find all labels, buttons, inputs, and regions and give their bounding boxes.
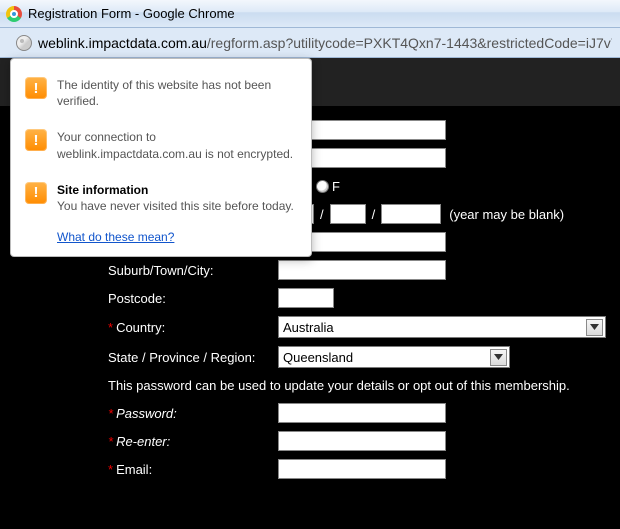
label-suburb: Suburb/Town/City:: [108, 263, 278, 278]
input-dob-month[interactable]: [330, 204, 366, 224]
address-bar[interactable]: weblink.impactdata.com.au/regform.asp?ut…: [0, 28, 620, 58]
warning-icon: !: [25, 129, 47, 151]
req-reenter: *: [108, 434, 113, 449]
form-row-email: *Email:: [0, 455, 620, 483]
gender-f-label: F: [332, 179, 340, 194]
form-row-suburb: Suburb/Town/City:: [0, 256, 620, 284]
select-country[interactable]: Australia: [278, 316, 606, 338]
input-password[interactable]: [278, 403, 446, 423]
label-state: State / Province / Region:: [108, 350, 278, 365]
security-text-connection: Your connection to weblink.impactdata.co…: [57, 129, 297, 161]
chrome-icon: [6, 6, 22, 22]
input-suburb[interactable]: [278, 260, 446, 280]
req-password: *: [108, 406, 113, 421]
dob-hint: (year may be blank): [449, 207, 564, 222]
label-reenter: *Re-enter:: [108, 434, 278, 449]
security-row-identity: ! The identity of this website has not b…: [11, 67, 311, 119]
radio-gender-f[interactable]: [316, 180, 329, 193]
form-row-state: State / Province / Region: Queensland: [0, 342, 620, 372]
security-row-siteinfo: ! Site information You have never visite…: [11, 172, 311, 224]
input-reenter[interactable]: [278, 431, 446, 451]
window-title: Registration Form - Google Chrome: [28, 6, 235, 21]
window-titlebar: Registration Form - Google Chrome: [0, 0, 620, 28]
req-email: *: [108, 462, 113, 477]
security-help-link[interactable]: What do these mean?: [11, 224, 311, 246]
url-text[interactable]: weblink.impactdata.com.au/regform.asp?ut…: [38, 35, 612, 51]
url-path: /regform.asp?utilitycode=PXKT4Qxn7-1443&…: [207, 35, 612, 51]
form-row-country: *Country: Australia: [0, 312, 620, 342]
form-row-reenter: *Re-enter:: [0, 427, 620, 455]
security-text-siteinfo: Site information You have never visited …: [57, 182, 294, 214]
label-country: *Country:: [108, 320, 278, 335]
dob-sep-2: /: [372, 207, 376, 222]
security-row-connection: ! Your connection to weblink.impactdata.…: [11, 119, 311, 171]
select-state[interactable]: Queensland: [278, 346, 510, 368]
chevron-down-icon: [586, 319, 603, 336]
req-country: *: [108, 320, 113, 335]
form-row-postcode: Postcode:: [0, 284, 620, 312]
label-password: *Password:: [108, 406, 278, 421]
select-state-value: Queensland: [283, 350, 353, 365]
warning-icon: !: [25, 77, 47, 99]
label-postcode: Postcode:: [108, 291, 278, 306]
password-note: This password can be used to update your…: [0, 372, 620, 399]
globe-icon[interactable]: [16, 35, 32, 51]
input-postcode[interactable]: [278, 288, 334, 308]
label-email: *Email:: [108, 462, 278, 477]
select-country-value: Australia: [283, 320, 334, 335]
security-text-identity: The identity of this website has not bee…: [57, 77, 297, 109]
dob-sep-1: /: [320, 207, 324, 222]
url-host: weblink.impactdata.com.au: [38, 35, 207, 51]
warning-icon: !: [25, 182, 47, 204]
security-info-popup: ! The identity of this website has not b…: [10, 58, 312, 257]
input-dob-year[interactable]: [381, 204, 441, 224]
chevron-down-icon: [490, 349, 507, 366]
form-row-password: *Password:: [0, 399, 620, 427]
input-email[interactable]: [278, 459, 446, 479]
